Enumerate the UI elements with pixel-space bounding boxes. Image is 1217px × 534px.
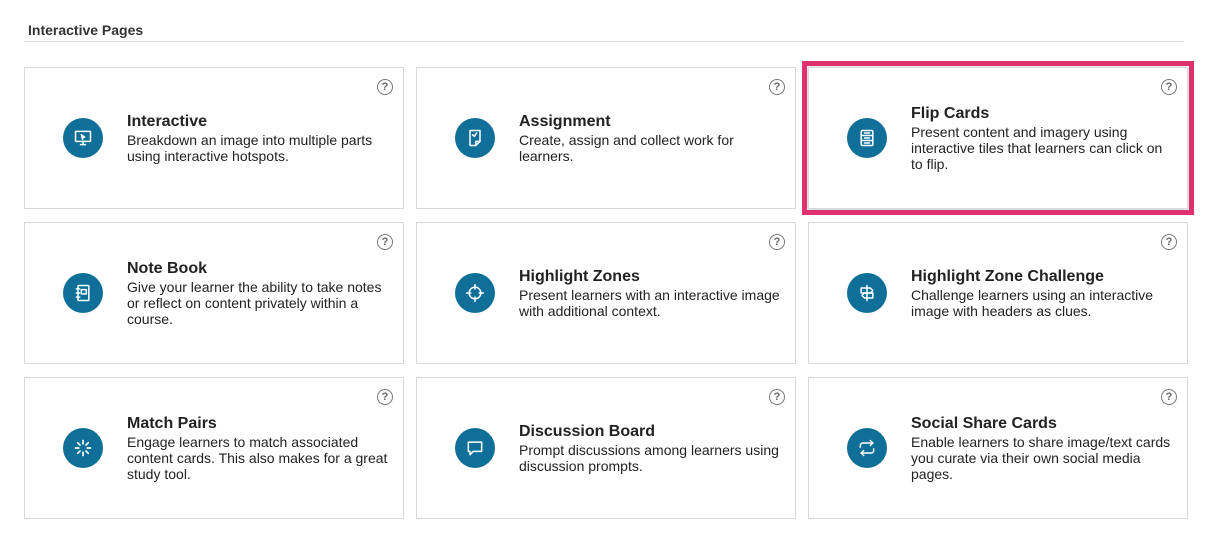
card-flip-cards[interactable]: ? Flip Cards Present content and imagery… xyxy=(802,61,1194,215)
card-title: Interactive xyxy=(127,112,208,130)
help-icon[interactable]: ? xyxy=(769,79,785,95)
card-highlight-zones[interactable]: ? Highlight Zones Present learners with … xyxy=(416,222,796,364)
card-description: Enable learners to share image/text card… xyxy=(911,433,1171,482)
card-title: Flip Cards xyxy=(911,104,990,122)
help-icon[interactable]: ? xyxy=(769,234,785,250)
help-icon[interactable]: ? xyxy=(769,389,785,405)
card-title: Discussion Board xyxy=(519,422,656,440)
help-icon[interactable]: ? xyxy=(1161,79,1177,95)
card-match-pairs[interactable]: ? Match Pairs Engage learners to match a… xyxy=(24,377,404,519)
chat-bubble-icon xyxy=(455,428,495,468)
signpost-icon xyxy=(847,273,887,313)
section-title: Interactive Pages xyxy=(28,22,144,38)
card-description: Challenge learners using an interactive … xyxy=(911,286,1154,319)
card-note-book[interactable]: ? Note Book Give your learner the abilit… xyxy=(24,222,404,364)
section-divider xyxy=(24,41,1184,42)
flip-cards-icon xyxy=(847,118,887,158)
share-repeat-icon xyxy=(847,428,887,468)
card-title: Match Pairs xyxy=(127,414,217,432)
card-grid: ? Interactive Breakdown an image into mu… xyxy=(24,61,1194,519)
notebook-icon xyxy=(63,273,103,313)
card-highlight-zone-challenge[interactable]: ? Highlight Zone Challenge Challenge lea… xyxy=(808,222,1188,364)
card-description: Prompt discussions among learners using … xyxy=(519,441,779,474)
card-description: Present content and imagery using intera… xyxy=(911,123,1163,172)
card-description: Give your learner the ability to take no… xyxy=(127,278,382,327)
assignment-doc-icon xyxy=(455,118,495,158)
card-description: Breakdown an image into multiple parts u… xyxy=(127,131,373,164)
crosshair-icon xyxy=(455,273,495,313)
card-description: Create, assign and collect work for lear… xyxy=(519,131,734,164)
help-icon[interactable]: ? xyxy=(1161,389,1177,405)
help-icon[interactable]: ? xyxy=(377,234,393,250)
card-title: Highlight Zone Challenge xyxy=(911,267,1104,285)
help-icon[interactable]: ? xyxy=(377,389,393,405)
card-interactive[interactable]: ? Interactive Breakdown an image into mu… xyxy=(24,67,404,209)
help-icon[interactable]: ? xyxy=(377,79,393,95)
loader-burst-icon xyxy=(63,428,103,468)
card-assignment[interactable]: ? Assignment Create, assign and collect … xyxy=(416,67,796,209)
card-title: Social Share Cards xyxy=(911,414,1057,432)
card-title: Highlight Zones xyxy=(519,267,640,285)
card-discussion-board[interactable]: ? Discussion Board Prompt discussions am… xyxy=(416,377,796,519)
card-description: Engage learners to match associated cont… xyxy=(127,433,388,482)
card-social-share-cards[interactable]: ? Social Share Cards Enable learners to … xyxy=(808,377,1188,519)
card-description: Present learners with an interactive ima… xyxy=(519,286,780,319)
card-title: Assignment xyxy=(519,112,611,130)
monitor-cursor-icon xyxy=(63,118,103,158)
card-title: Note Book xyxy=(127,259,207,277)
help-icon[interactable]: ? xyxy=(1161,234,1177,250)
